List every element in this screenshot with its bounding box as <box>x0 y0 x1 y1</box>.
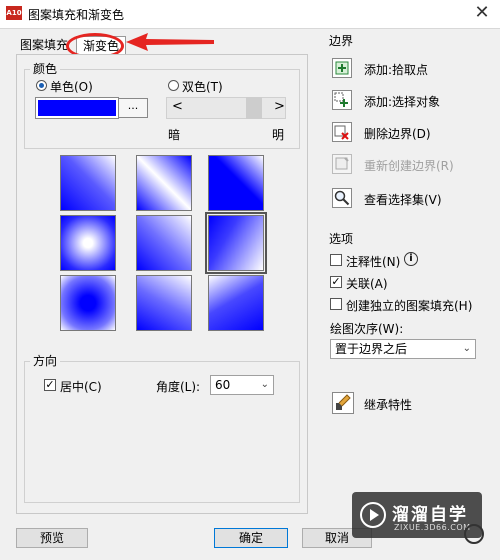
boundaries-legend: 边界 <box>326 34 357 48</box>
gradient-cell-hemispherical[interactable] <box>136 215 192 271</box>
recreate-boundary-icon[interactable] <box>332 154 352 174</box>
chevron-down-icon: ⌄ <box>260 379 269 390</box>
chevron-down-icon: ⌄ <box>462 343 471 354</box>
centered-label: 居中(C) <box>60 380 102 394</box>
add-pick-points-icon[interactable] <box>332 58 352 78</box>
draw-order-dropdown[interactable]: 置于边界之后 ⌄ <box>330 339 476 359</box>
gradient-pattern-grid <box>60 155 270 333</box>
angle-label: 角度(L): <box>156 380 201 394</box>
draw-order-value: 置于边界之后 <box>335 342 408 356</box>
autocad-app-icon: A10 <box>6 6 22 20</box>
preview-button[interactable]: 预览 <box>16 528 88 548</box>
options-legend: 选项 <box>326 232 357 246</box>
gradient-cell-inv-cylinder[interactable] <box>208 155 264 211</box>
single-color-radio[interactable] <box>36 80 47 91</box>
two-color-radio[interactable] <box>168 80 179 91</box>
help-icon[interactable] <box>464 524 484 544</box>
associative-label: 关联(A) <box>346 277 388 291</box>
angle-value: 60 <box>215 378 231 392</box>
draw-order-label: 绘图次序(W): <box>330 322 404 336</box>
two-color-label: 双色(T) <box>182 80 223 94</box>
color-group-legend: 颜色 <box>30 62 61 76</box>
add-pick-points-button[interactable]: 添加:拾取点 <box>364 61 428 78</box>
associative-checkbox[interactable]: ✓ <box>330 276 342 288</box>
annotative-label: 注释性(N) <box>346 255 401 269</box>
single-color-label: 单色(O) <box>50 80 93 94</box>
inherit-brush-icon[interactable] <box>332 392 354 414</box>
shade-tint-slider[interactable] <box>166 97 286 119</box>
ok-button[interactable]: 确定 <box>214 528 288 548</box>
separate-hatches-label: 创建独立的图案填充(H) <box>346 299 473 313</box>
gradient-cell-inv-curved[interactable] <box>208 275 264 331</box>
color-picker-button[interactable]: ... <box>118 98 148 118</box>
slider-dark-label: 暗 <box>168 128 181 142</box>
slider-light-label: 明 <box>272 128 285 142</box>
gradient-cell-curved[interactable] <box>205 212 267 274</box>
slider-right-arrow[interactable]: > <box>274 99 285 114</box>
view-selections-button[interactable]: 查看选择集(V) <box>364 191 442 208</box>
tab-hatch[interactable]: 图案填充 <box>20 36 68 54</box>
gradient-cell-inv-hemispherical[interactable] <box>136 275 192 331</box>
inherit-properties-button[interactable]: 继承特性 <box>364 396 412 413</box>
separate-hatches-checkbox[interactable] <box>330 298 342 310</box>
add-select-objects-button[interactable]: 添加:选择对象 <box>364 93 440 110</box>
annotative-checkbox[interactable] <box>330 254 342 266</box>
gradient-cell-linear[interactable] <box>60 155 116 211</box>
play-icon <box>370 509 379 521</box>
close-button[interactable]: ✕ <box>468 2 496 24</box>
add-select-objects-icon[interactable] <box>332 90 352 110</box>
remove-boundaries-icon[interactable] <box>332 122 352 142</box>
gradient-cell-inv-spherical[interactable] <box>60 275 116 331</box>
slider-thumb[interactable] <box>246 97 263 119</box>
recreate-boundary-button[interactable]: 重新创建边界(R) <box>364 157 454 174</box>
magnifier-icon[interactable] <box>332 188 352 208</box>
remove-boundaries-button[interactable]: 删除边界(D) <box>364 125 431 142</box>
window-title: 图案填充和渐变色 <box>28 8 125 22</box>
slider-left-arrow[interactable]: < <box>172 99 183 114</box>
color-swatch[interactable] <box>35 97 119 119</box>
watermark-url: ZIXUE.3D66.COM <box>394 523 471 532</box>
orientation-legend: 方向 <box>30 354 61 368</box>
centered-checkbox[interactable]: ✓ <box>44 379 56 391</box>
info-icon[interactable]: i <box>404 252 418 266</box>
gradient-cell-cylinder[interactable] <box>136 155 192 211</box>
annotation-arrow-icon <box>126 33 214 51</box>
watermark-title: 溜溜自学 <box>392 505 468 525</box>
angle-dropdown[interactable]: 60 ⌄ <box>210 375 274 395</box>
gradient-cell-spherical[interactable] <box>60 215 116 271</box>
